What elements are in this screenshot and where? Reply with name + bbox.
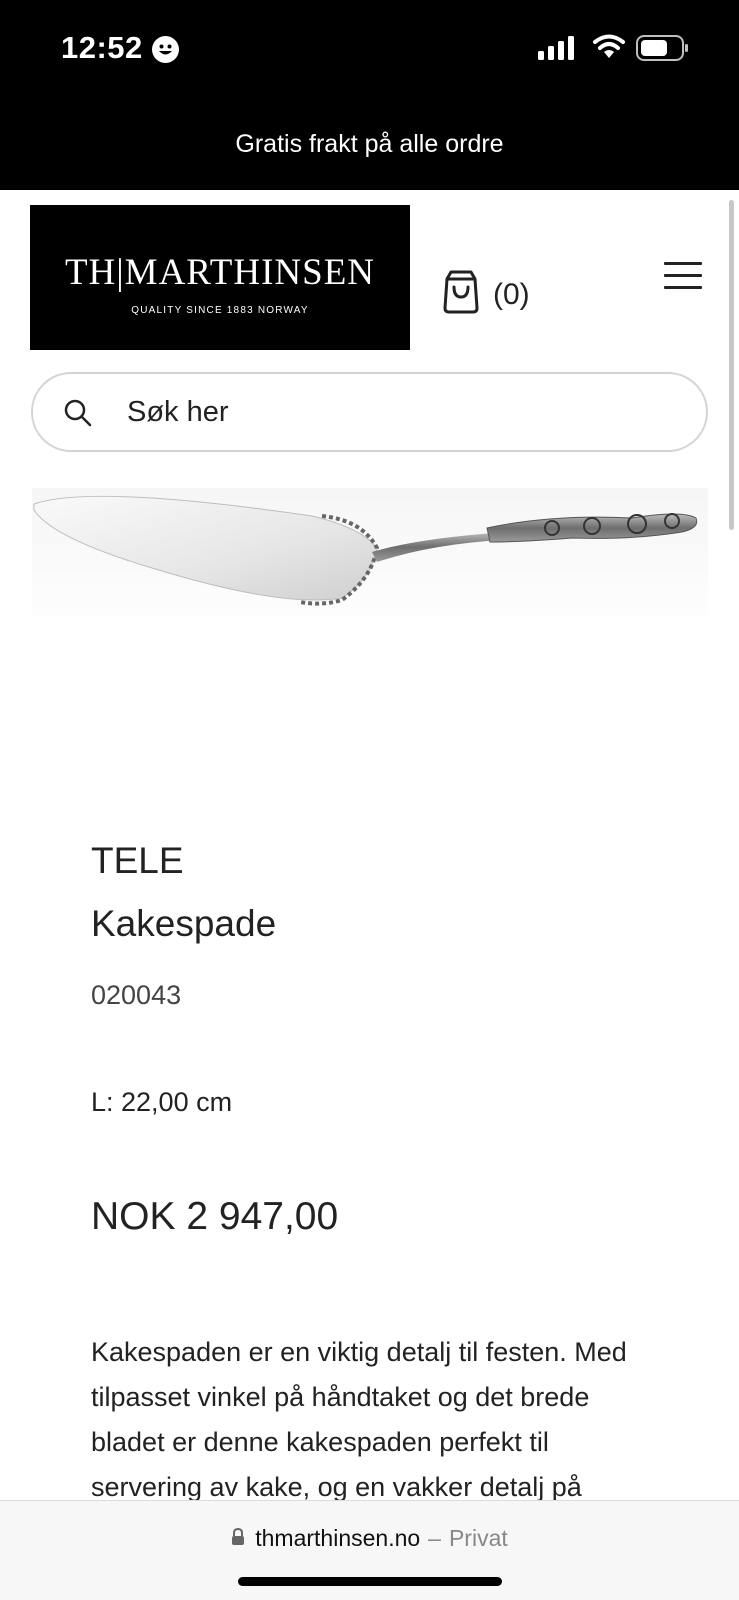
search-input[interactable] (125, 392, 665, 432)
site-header: TH|MARTHINSEN QUALITY SINCE 1883 NORWAY … (0, 190, 739, 360)
status-bar: 12:52 (0, 0, 739, 98)
search-bar (31, 372, 708, 452)
promo-text: Gratis frakt på alle ordre (235, 129, 504, 158)
product-name: Kakespade (91, 903, 277, 944)
home-indicator[interactable] (238, 1577, 502, 1586)
url-domain: thmarthinsen.no (255, 1525, 421, 1551)
product-image[interactable] (32, 488, 708, 616)
product-price: NOK 2 947,00 (91, 1195, 339, 1238)
hamburger-menu-icon[interactable] (664, 262, 704, 294)
wifi-icon (592, 34, 626, 65)
product-description: Kakespaden er en viktig detalj til feste… (91, 1337, 627, 1502)
brand-logo[interactable]: TH|MARTHINSEN QUALITY SINCE 1883 NORWAY (30, 205, 410, 350)
promo-banner: Gratis frakt på alle ordre (0, 98, 739, 190)
scrollbar[interactable] (729, 200, 734, 530)
private-mode-label: Privat (448, 1525, 508, 1551)
logo-tagline: QUALITY SINCE 1883 NORWAY (131, 305, 309, 316)
cart-button[interactable]: (0) (441, 270, 530, 319)
search-icon (63, 398, 93, 433)
cart-count: (0) (493, 277, 530, 311)
product-sku: 020043 (91, 980, 182, 1010)
battery-icon (636, 35, 690, 66)
logo-wordmark: TH|MARTHINSEN (64, 252, 376, 293)
lock-icon (231, 1525, 245, 1552)
status-time: 12:52 (61, 30, 143, 65)
product-length: L: 22,00 cm (91, 1087, 233, 1117)
url-separator: – (428, 1525, 441, 1551)
shopping-bag-icon (441, 270, 481, 319)
url-display[interactable]: thmarthinsen.no – Privat (0, 1525, 739, 1552)
product-collection: TELE (91, 840, 184, 881)
signal-icon (538, 36, 578, 65)
smiley-icon (152, 36, 179, 63)
